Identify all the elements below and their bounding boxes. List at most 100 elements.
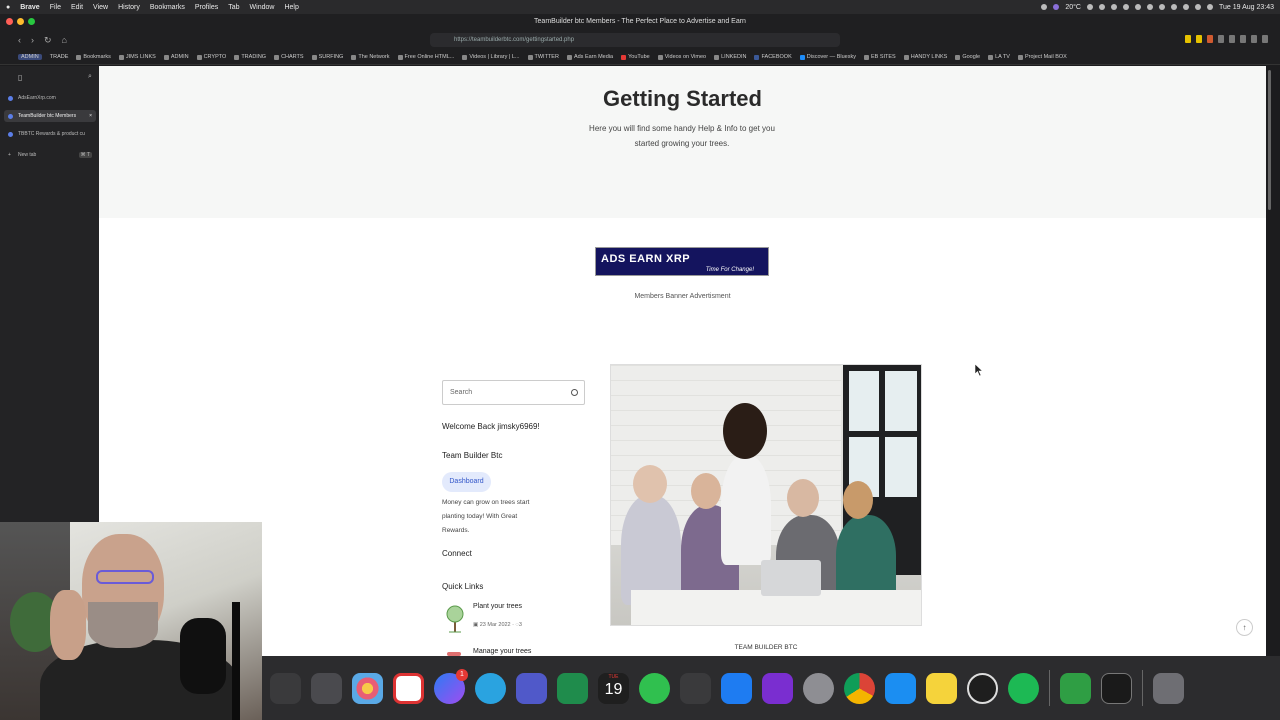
search-icon[interactable] xyxy=(571,389,578,396)
telegram-icon[interactable] xyxy=(475,672,506,704)
screenshot-icon[interactable] xyxy=(1101,672,1132,704)
menu-tab[interactable]: Tab xyxy=(228,4,239,11)
search-tabs-icon[interactable]: ⌕ xyxy=(88,73,92,81)
workspace-trade[interactable]: TRADE xyxy=(50,54,69,60)
status-icon[interactable] xyxy=(1110,4,1117,10)
sidebar-tab-adsearnxrp[interactable]: AdsEarnXrp.com xyxy=(4,92,96,104)
status-icon[interactable] xyxy=(1146,4,1153,10)
menu-icon[interactable] xyxy=(1262,35,1268,43)
bookmark[interactable]: CRYPTO xyxy=(196,54,226,60)
home-icon[interactable]: ⌂ xyxy=(62,35,67,45)
close-window-icon[interactable] xyxy=(6,18,13,25)
mail-icon[interactable] xyxy=(393,672,424,704)
messages-icon[interactable] xyxy=(639,672,670,704)
workspace-admin[interactable]: ADMIN xyxy=(18,54,42,60)
bookmark[interactable]: Videos on Vimeo xyxy=(657,54,706,60)
menu-edit[interactable]: Edit xyxy=(71,4,83,11)
forward-icon[interactable]: › xyxy=(31,35,34,45)
phone-icon[interactable] xyxy=(1060,672,1091,704)
extension-icon[interactable] xyxy=(1196,35,1202,43)
calendar-icon[interactable]: TUE 19 xyxy=(598,672,629,704)
apple-icon[interactable]: ● xyxy=(6,4,10,11)
bookmark[interactable]: YouTube xyxy=(621,54,650,60)
status-icon[interactable] xyxy=(1158,4,1165,10)
menu-file[interactable]: File xyxy=(50,4,61,11)
minimize-window-icon[interactable] xyxy=(17,18,24,25)
wifi-icon[interactable] xyxy=(1182,4,1189,10)
weather-temperature[interactable]: 20°C xyxy=(1065,4,1081,11)
spotify-icon[interactable] xyxy=(1008,672,1039,704)
bookmark[interactable]: Free Online HTML... xyxy=(397,54,454,60)
bookmark[interactable]: EB SITES xyxy=(863,54,896,60)
notes-icon[interactable] xyxy=(926,672,957,704)
bookmark[interactable]: FACEBOOK xyxy=(754,54,792,60)
launchpad-icon[interactable] xyxy=(311,672,342,704)
bookmark[interactable]: JIMS LINKS xyxy=(118,54,156,60)
search-icon[interactable] xyxy=(1194,4,1201,10)
extension-icon[interactable] xyxy=(1240,35,1246,43)
quick-link-manage-trees[interactable]: Manage your trees xyxy=(473,648,531,655)
new-tab-button[interactable]: + New tab ⌘ T xyxy=(4,149,96,161)
teams-icon[interactable] xyxy=(516,672,547,704)
podcasts-icon[interactable] xyxy=(762,672,793,704)
bookmark[interactable]: LA TV xyxy=(988,54,1010,60)
bookmark[interactable]: TWITTER xyxy=(527,54,559,60)
mission-control-icon[interactable] xyxy=(270,672,301,704)
bookmark[interactable]: Ads Earn Media xyxy=(566,54,613,60)
system-settings-icon[interactable] xyxy=(803,672,834,704)
excel-icon[interactable] xyxy=(557,672,588,704)
app-store-icon[interactable] xyxy=(721,672,752,704)
bookmark[interactable]: HANDY LINKS xyxy=(903,54,947,60)
menu-bookmarks[interactable]: Bookmarks xyxy=(150,4,185,11)
extension-icon[interactable] xyxy=(1218,35,1224,43)
extension-icon[interactable] xyxy=(1185,35,1191,43)
scroll-to-top-button[interactable]: ↑ xyxy=(1236,619,1253,636)
status-icon[interactable] xyxy=(1098,4,1105,10)
extension-icon[interactable] xyxy=(1229,35,1235,43)
menu-app-name[interactable]: Brave xyxy=(20,4,39,11)
menu-history[interactable]: History xyxy=(118,4,140,11)
bookmark[interactable]: The Network xyxy=(351,54,390,60)
extension-icon[interactable] xyxy=(1207,35,1213,43)
status-icon[interactable] xyxy=(1122,4,1129,10)
trash-icon[interactable] xyxy=(1153,672,1184,704)
member-banner-ad[interactable]: ADS EARN XRP Time For Change! xyxy=(595,247,769,276)
menu-window[interactable]: Window xyxy=(250,4,275,11)
chrome-icon[interactable] xyxy=(844,672,875,704)
obs-icon[interactable] xyxy=(967,672,998,704)
messenger-icon[interactable]: 1 xyxy=(434,668,468,704)
photos-icon[interactable] xyxy=(352,672,383,704)
control-center-icon[interactable] xyxy=(1206,4,1213,10)
status-icon[interactable] xyxy=(1053,4,1060,10)
search-input[interactable]: Search xyxy=(442,380,585,405)
bookmark[interactable]: Videos | Library | L... xyxy=(462,54,520,60)
status-icon[interactable] xyxy=(1041,4,1048,10)
calculator-icon[interactable] xyxy=(680,672,711,704)
bookmark[interactable]: LINKEDIN xyxy=(714,54,746,60)
menubar-clock[interactable]: Tue 19 Aug 23:43 xyxy=(1219,4,1274,11)
sidebar-panel-icon[interactable]: ▯ xyxy=(18,73,22,82)
scrollbar-thumb[interactable] xyxy=(1268,70,1271,210)
dashboard-button[interactable]: Dashboard xyxy=(442,472,491,492)
bookmark[interactable]: Google xyxy=(955,54,980,60)
reload-icon[interactable]: ↻ xyxy=(44,35,52,46)
status-icon[interactable] xyxy=(1170,4,1177,10)
sidebar-tab-tbbtc-rewards[interactable]: TBBTC Rewards & product cu xyxy=(4,128,96,140)
preview-icon[interactable] xyxy=(885,672,916,704)
quick-link-plant-trees[interactable]: Plant your trees xyxy=(473,603,522,610)
status-icon[interactable] xyxy=(1134,4,1141,10)
bookmark[interactable]: CHARTS xyxy=(274,54,304,60)
address-bar[interactable]: https://teambuilderbtc.com/gettingstarte… xyxy=(430,33,840,47)
bookmark[interactable]: Project Mail BOX xyxy=(1017,54,1067,60)
back-icon[interactable]: ‹ xyxy=(18,35,21,45)
menu-help[interactable]: Help xyxy=(284,4,298,11)
zoom-window-icon[interactable] xyxy=(28,18,35,25)
bookmark[interactable]: ADMIN xyxy=(163,54,189,60)
status-icon[interactable] xyxy=(1086,4,1093,10)
bookmark[interactable]: Bookmarks xyxy=(76,54,111,60)
menu-profiles[interactable]: Profiles xyxy=(195,4,218,11)
bookmark[interactable]: TRADING xyxy=(234,54,266,60)
menu-view[interactable]: View xyxy=(93,4,108,11)
sidebar-tab-teambuilder[interactable]: TeamBuilder btc Members × xyxy=(4,110,96,122)
sidebar-toggle-icon[interactable] xyxy=(1251,35,1257,43)
